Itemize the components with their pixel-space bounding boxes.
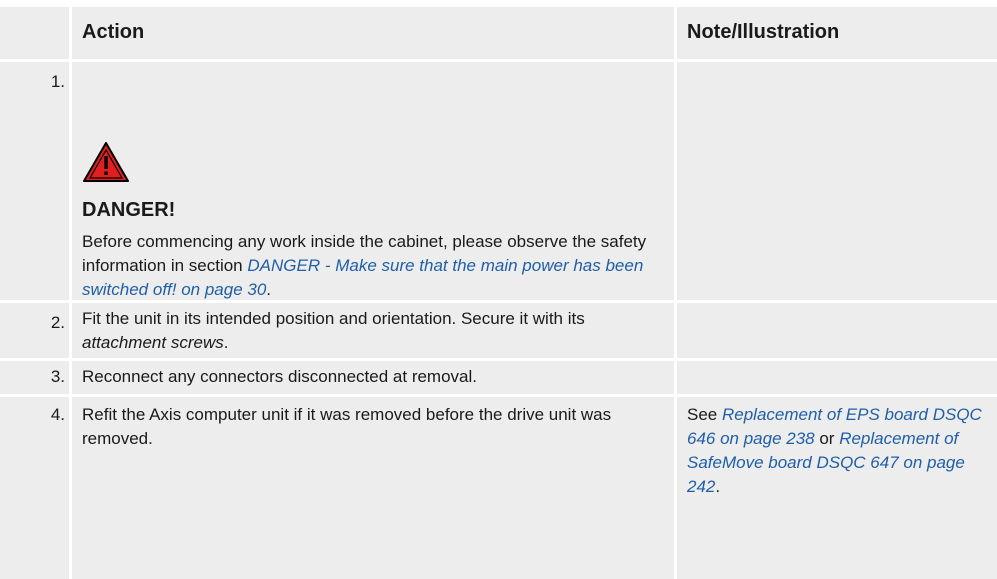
step-note-cell bbox=[677, 62, 997, 300]
header-action-cell: Action bbox=[72, 7, 674, 59]
step-note-cell bbox=[677, 303, 997, 358]
step-text: Fit the unit in its intended position an… bbox=[82, 309, 585, 352]
step-action-cell: Reconnect any connectors disconnected at… bbox=[72, 361, 674, 394]
table-row: 1. DANGER! Before commencing any work in… bbox=[0, 62, 997, 300]
table-row: 2. Fit the unit in its intended position… bbox=[0, 303, 997, 358]
step-text: Before commencing any work inside the ca… bbox=[82, 232, 647, 299]
step-text: Refit the Axis computer unit if it was r… bbox=[82, 405, 612, 448]
header-note-cell: Note/Illustration bbox=[677, 7, 997, 59]
step-note-text: See Replacement of EPS board DSQC 646 on… bbox=[687, 405, 982, 496]
header-note: Note/Illustration bbox=[687, 21, 840, 43]
table-row: 3. Reconnect any connectors disconnected… bbox=[0, 361, 997, 394]
step-action-cell: Fit the unit in its intended position an… bbox=[72, 303, 674, 358]
step-number: 1. bbox=[50, 72, 65, 91]
step-text: Reconnect any connectors disconnected at… bbox=[82, 367, 478, 386]
step-action-cell: DANGER! Before commencing any work insid… bbox=[72, 62, 674, 300]
header-action: Action bbox=[82, 21, 145, 43]
step-note-cell: See Replacement of EPS board DSQC 646 on… bbox=[677, 397, 997, 579]
table-header-row: Action Note/Illustration bbox=[0, 7, 997, 59]
step-note-cell bbox=[677, 361, 997, 394]
table-row: 4. Refit the Axis computer unit if it wa… bbox=[0, 397, 997, 579]
attachment-screws-term: attachment screws bbox=[82, 333, 224, 352]
step-action-cell: Refit the Axis computer unit if it was r… bbox=[72, 397, 674, 579]
danger-title: DANGER! bbox=[82, 199, 176, 221]
header-num-cell bbox=[0, 7, 69, 59]
step-number: 2. bbox=[50, 313, 65, 332]
step-number: 3. bbox=[50, 367, 65, 386]
step-number: 4. bbox=[50, 405, 65, 424]
warning-icon bbox=[83, 142, 129, 182]
